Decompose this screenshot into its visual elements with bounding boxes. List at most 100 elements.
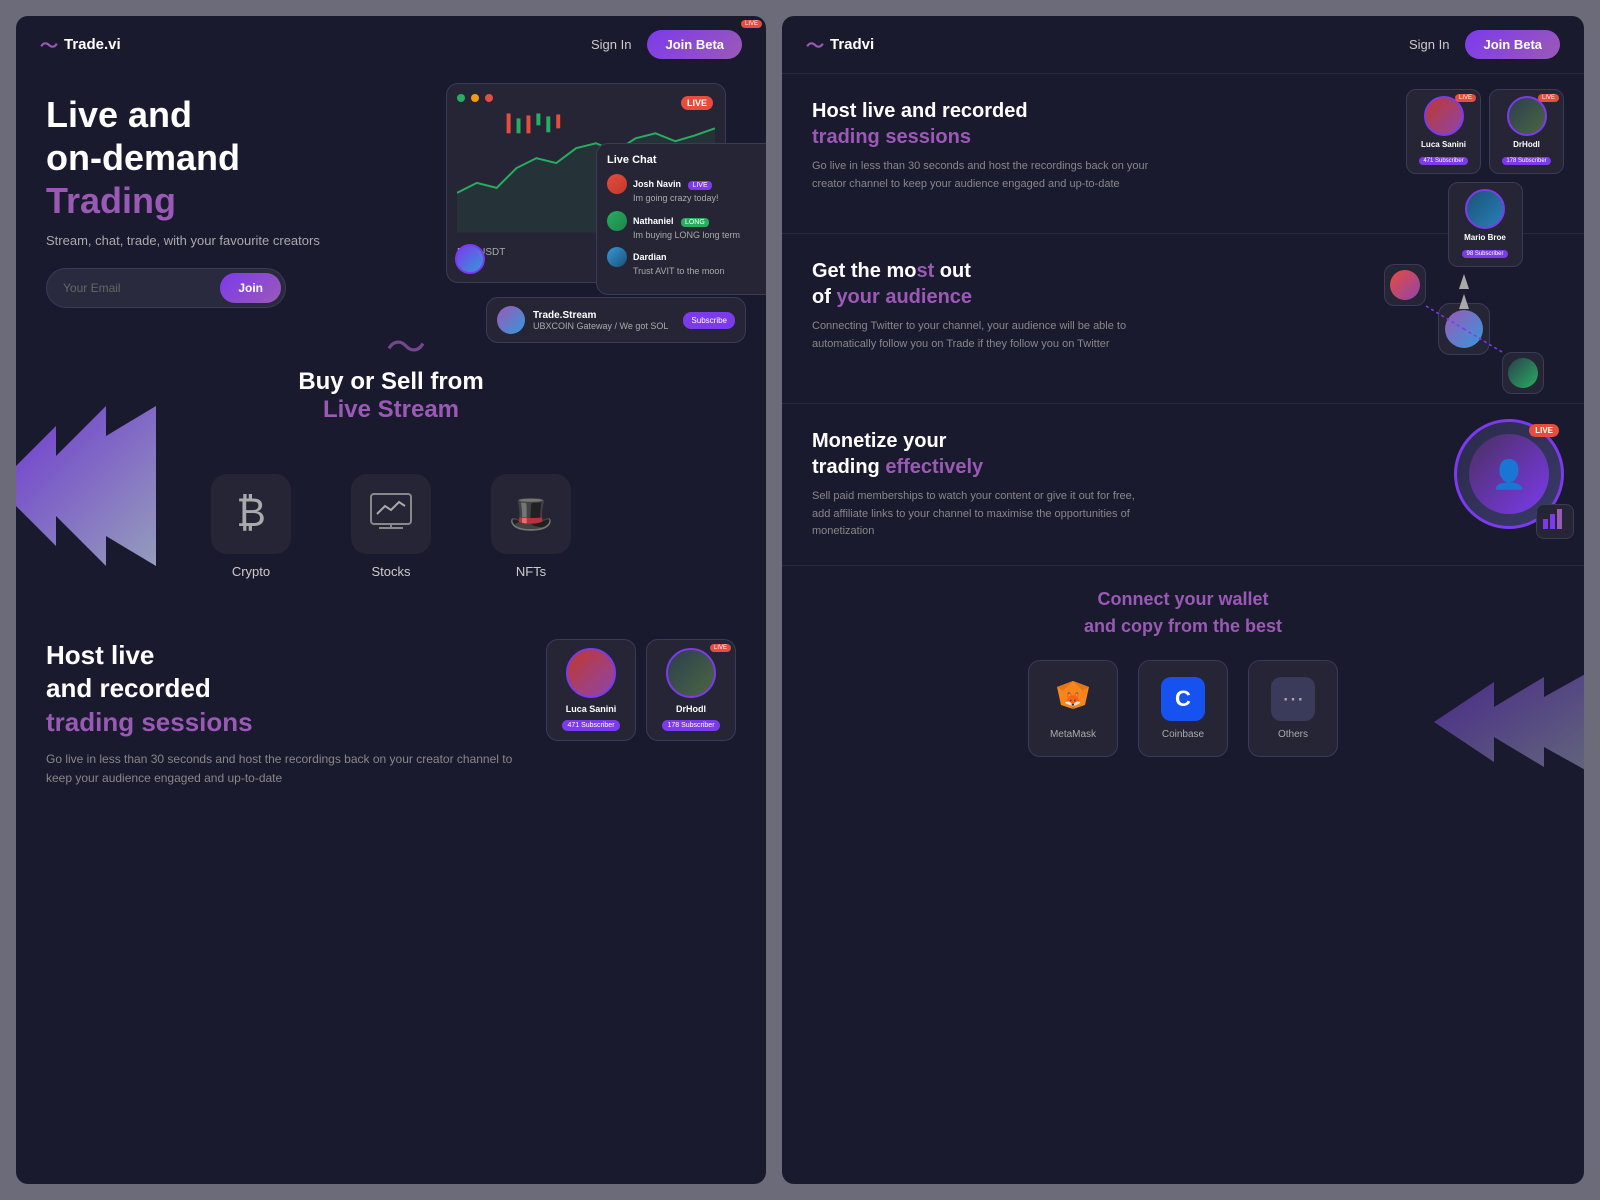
email-form: Join [46, 268, 286, 308]
wallet-card-coinbase[interactable]: C Coinbase [1138, 660, 1228, 757]
sec-brand-name: Tradvi [830, 36, 874, 53]
email-input[interactable] [63, 281, 220, 295]
sec-monetize-title: Monetize your trading effectively [812, 428, 1192, 480]
sec-host-title-purple: trading sessions [812, 126, 971, 148]
host-section: Host live and recorded trading sessions … [16, 619, 766, 809]
sec-sign-in-button[interactable]: Sign In [1409, 37, 1449, 52]
sec-host-section: Host live and recorded trading sessions … [782, 74, 1584, 234]
sec-logo: 〜 Tradvi [806, 32, 874, 58]
sec-host-text: Host live and recorded trading sessions … [812, 98, 1172, 193]
sec-audience-text: Get the most out of your audience Connec… [812, 258, 1192, 353]
brand-name: Trade.vi [64, 36, 121, 53]
chart-header [457, 94, 715, 102]
others-icon: ⋯ [1271, 677, 1315, 721]
chat-title: Live Chat [607, 154, 766, 166]
chat-text-2: Im buying LONG long term [633, 229, 740, 242]
nfts-icon-wrap: 🎩 [491, 474, 571, 554]
sec-monetize-text: Monetize your trading effectively Sell p… [812, 428, 1192, 541]
dot-red [485, 94, 493, 102]
main-panel: 〜 Trade.vi Sign In Join Beta Live and on… [16, 16, 766, 1184]
profile-card-2: DrHodl 178 Subscriber LIVE [646, 639, 736, 741]
live-tag-1: LIVE [688, 181, 711, 190]
asset-card-stocks: Stocks [351, 474, 431, 579]
sec-badge-2: 178 Subscriber [1502, 157, 1550, 165]
sec-profile-row: Luca Sanini 471 Subscriber LIVE DrHodl 1… [1406, 89, 1564, 174]
sec-monetize-section: Monetize your trading effectively Sell p… [782, 404, 1584, 566]
chart-mockup: LIVE FTT/USDT Live Chat Josh Navin LIVE … [406, 63, 766, 343]
profile-badge-1: 471 Subscriber [562, 720, 619, 731]
live-badge: LIVE [681, 96, 713, 110]
crypto-icon-wrap: ₿ [211, 474, 291, 554]
host-title: Host live and recorded trading sessions [46, 639, 516, 740]
metamask-icon: 🦊 [1051, 677, 1095, 721]
sec-wallet-section: Connect your walletand copy from the bes… [782, 566, 1584, 777]
monetize-person-wrap: 👤 LIVE [1454, 419, 1564, 529]
profile-avatar-2 [666, 648, 716, 698]
coinbase-letter: C [1161, 677, 1205, 721]
chat-avatar-1 [607, 174, 627, 194]
host-desc: Go live in less than 30 seconds and host… [46, 750, 516, 788]
sec-avatar-2 [1507, 96, 1547, 136]
chat-msg-2: Nathaniel LONG Im buying LONG long term [607, 211, 766, 242]
sec-audience-title: Get the most out of your audience [812, 258, 1192, 310]
nfts-icon: 🎩 [509, 493, 554, 535]
profile-avatar-1 [566, 648, 616, 698]
sec-audience-purple-st: st [916, 260, 934, 282]
wallet-card-others[interactable]: ⋯ Others [1248, 660, 1338, 757]
host-title-1: Host live [46, 640, 154, 670]
sec-audience-section: Get the most out of your audience Connec… [782, 234, 1584, 404]
wallet-card-metamask[interactable]: 🦊 MetaMask [1028, 660, 1118, 757]
sec-avatar-1 [1424, 96, 1464, 136]
coinbase-icon: C [1161, 677, 1205, 721]
profile-cards: Luca Sanini 471 Subscriber LIVE DrHodl 1… [546, 639, 736, 741]
chat-msg-1: Josh Navin LIVE Im going crazy today! [607, 174, 766, 205]
long-tag: LONG [681, 218, 709, 227]
profile-card-1: Luca Sanini 471 Subscriber LIVE [546, 639, 636, 741]
logo: 〜 Trade.vi [40, 32, 121, 58]
sec-audience-desc: Connecting Twitter to your channel, your… [812, 318, 1152, 353]
buy-sell-purple: Live Stream [323, 396, 459, 423]
stream-avatar [497, 306, 525, 334]
bar-chart-icon [1536, 504, 1574, 539]
crypto-label: Crypto [232, 564, 270, 579]
crypto-icon: ₿ [236, 491, 266, 536]
stream-row: Trade.Stream UBXCOIN Gateway / We got SO… [497, 306, 735, 334]
monetize-person-icon: 👤 [1469, 434, 1549, 514]
trader-avatar [455, 244, 485, 274]
sec-host-desc: Go live in less than 30 seconds and host… [812, 158, 1152, 193]
chat-name-3: Dardian [633, 252, 667, 262]
wallet-title: Connect your walletand copy from the bes… [812, 586, 1554, 640]
nfts-label: NFTs [516, 564, 546, 579]
chat-name-2: Nathaniel [633, 216, 674, 226]
sec-profile-1: Luca Sanini 471 Subscriber LIVE [1406, 89, 1481, 174]
sec-audience-purple: your audience [836, 286, 972, 308]
live-indicator-2: LIVE [710, 644, 731, 652]
navbar: 〜 Trade.vi Sign In Join Beta [16, 16, 766, 73]
sec-host-title: Host live and recorded trading sessions [812, 98, 1172, 150]
join-beta-button[interactable]: Join Beta [647, 30, 742, 59]
sign-in-button[interactable]: Sign In [591, 37, 631, 52]
hero-title: Live and on-demand Trading [46, 93, 346, 223]
subscribe-button[interactable]: Subscribe [683, 312, 735, 329]
sec-navbar: 〜 Tradvi Sign In Join Beta [782, 16, 1584, 74]
sec-logo-icon: 〜 [806, 32, 824, 58]
stocks-label: Stocks [371, 564, 410, 579]
logo-icon: 〜 [40, 32, 58, 58]
hero-title-line1: Live and [46, 94, 192, 135]
host-title-2: and recorded [46, 673, 211, 703]
others-icon-inner: ⋯ [1271, 677, 1315, 721]
chat-text-3: Trust AVIT to the moon [633, 265, 724, 278]
nav-right: Sign In Join Beta [591, 30, 742, 59]
join-form-button[interactable]: Join [220, 273, 281, 303]
monetize-live-badge: LIVE [1529, 424, 1559, 437]
chat-text-1: Im going crazy today! [633, 192, 719, 205]
hero-subtitle: Stream, chat, trade, with your favourite… [46, 233, 346, 248]
audience-diagram [1374, 254, 1554, 404]
coinbase-label: Coinbase [1151, 729, 1215, 740]
asset-card-crypto: ₿ Crypto [211, 474, 291, 579]
sec-monetize-desc: Sell paid memberships to watch your cont… [812, 488, 1152, 541]
sec-profile-2: DrHodl 178 Subscriber LIVE [1489, 89, 1564, 174]
sec-join-beta-button[interactable]: Join Beta [1465, 30, 1560, 59]
secondary-panel: 〜 Tradvi Sign In Join Beta Host live and… [782, 16, 1584, 1184]
sec-avatar-3 [1465, 189, 1505, 229]
